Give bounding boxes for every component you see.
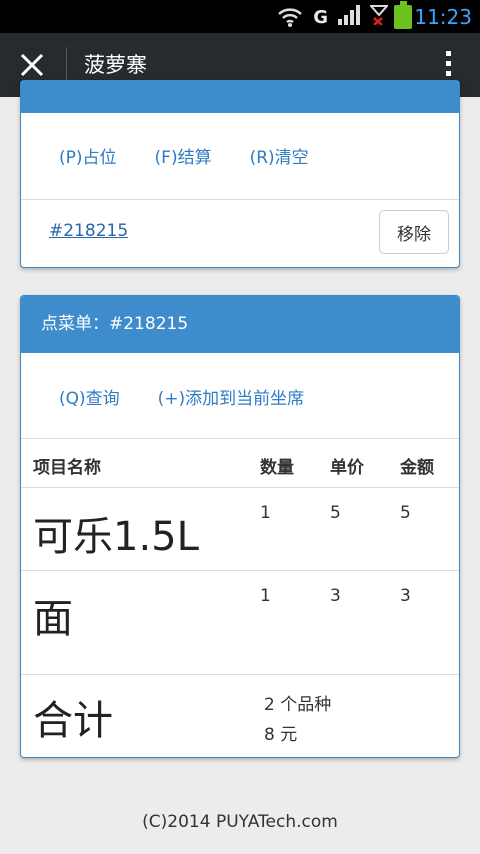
- item-price: 3: [330, 586, 341, 606]
- total-label: 合计: [33, 698, 113, 744]
- copyright-footer: (C)2014 PUYATech.com: [142, 812, 338, 832]
- query-link[interactable]: (Q)查询: [59, 384, 120, 409]
- divider: [21, 199, 459, 200]
- order-card-title: 点菜单：#218215: [21, 296, 459, 353]
- status-time: 11:23: [414, 5, 472, 29]
- clear-link[interactable]: (R)清空: [250, 143, 309, 168]
- seat-card: (P)占位 (F)结算 (R)清空 #218215 移除: [20, 80, 460, 268]
- column-header-name: 项目名称: [33, 458, 101, 478]
- total-amount: 8 元: [264, 725, 298, 745]
- item-name: 可乐1.5L: [33, 514, 199, 560]
- column-header-price: 单价: [330, 458, 364, 478]
- seat-card-header: [21, 81, 459, 113]
- item-qty: 1: [260, 503, 271, 523]
- divider: [21, 438, 459, 439]
- wifi-icon: [277, 6, 303, 28]
- divider: [21, 487, 459, 488]
- remove-button[interactable]: 移除: [379, 210, 449, 254]
- divider: [21, 674, 459, 675]
- occupy-link[interactable]: (P)占位: [59, 143, 117, 168]
- order-actions: (Q)查询 (+)添加到当前坐席: [21, 384, 304, 409]
- order-link[interactable]: #218215: [49, 221, 128, 241]
- close-icon[interactable]: [18, 51, 46, 79]
- seat-actions: (P)占位 (F)结算 (R)清空: [21, 143, 309, 168]
- divider: [21, 570, 459, 571]
- item-qty: 1: [260, 586, 271, 606]
- checkout-link[interactable]: (F)结算: [155, 143, 212, 168]
- signal-off-icon: [368, 4, 390, 30]
- battery-icon: [394, 1, 412, 29]
- status-bar: G 11:23: [0, 0, 480, 33]
- more-vertical-icon[interactable]: [444, 51, 452, 79]
- column-header-qty: 数量: [260, 458, 294, 478]
- item-price: 5: [330, 503, 341, 523]
- signal-icon: [338, 4, 360, 30]
- item-name: 面: [33, 596, 73, 642]
- order-card: 点菜单：#218215 (Q)查询 (+)添加到当前坐席 项目名称 数量 单价 …: [20, 295, 460, 758]
- appbar-divider: [66, 47, 67, 83]
- item-amount: 5: [400, 503, 411, 523]
- page-title: 菠萝寨: [84, 53, 147, 77]
- column-header-amount: 金额: [400, 458, 434, 478]
- status-icons: G: [277, 4, 390, 30]
- network-type: G: [313, 6, 328, 28]
- total-items: 2 个品种: [264, 695, 332, 715]
- add-to-seat-link[interactable]: (+)添加到当前坐席: [158, 384, 305, 409]
- item-amount: 3: [400, 586, 411, 606]
